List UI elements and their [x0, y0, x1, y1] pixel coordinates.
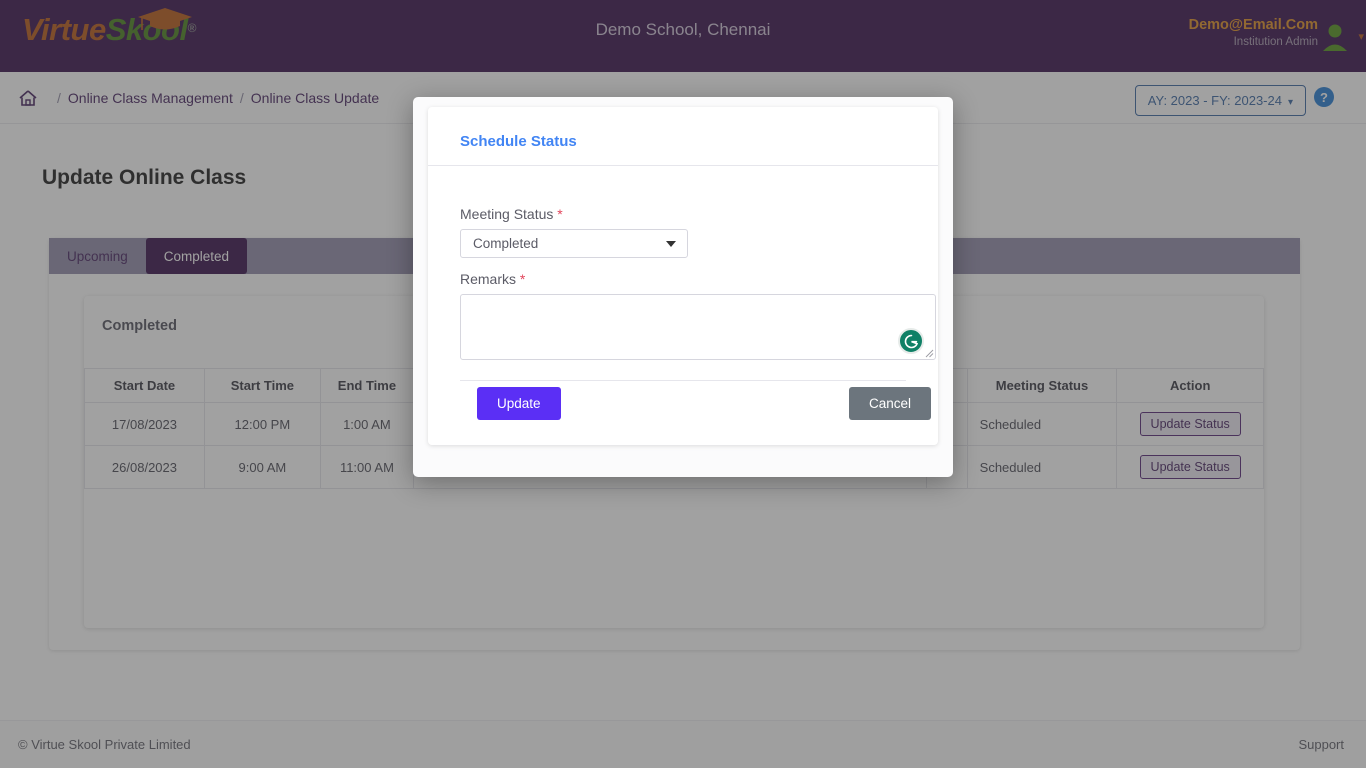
remarks-textarea-wrap — [460, 294, 936, 360]
modal-card: Schedule Status Meeting Status * Complet… — [428, 107, 938, 445]
schedule-status-modal: Schedule Status Meeting Status * Complet… — [413, 97, 953, 477]
meeting-status-label: Meeting Status * — [460, 206, 688, 222]
remarks-label-text: Remarks — [460, 271, 517, 287]
modal-divider — [460, 380, 906, 381]
update-button[interactable]: Update — [477, 387, 561, 420]
modal-title: Schedule Status — [460, 133, 577, 150]
meeting-status-field: Meeting Status * Completed — [460, 206, 688, 258]
remarks-field: Remarks * — [460, 271, 936, 360]
required-asterisk: * — [519, 271, 526, 287]
remarks-label: Remarks * — [460, 271, 936, 287]
grammarly-g-icon[interactable] — [898, 328, 924, 354]
cancel-button[interactable]: Cancel — [849, 387, 932, 420]
remarks-input[interactable] — [460, 294, 936, 360]
meeting-status-value: Completed — [473, 236, 539, 251]
required-asterisk: * — [557, 206, 563, 222]
meeting-status-label-text: Meeting Status — [460, 206, 554, 222]
caret-down-icon — [666, 241, 676, 247]
meeting-status-select[interactable]: Completed — [460, 229, 688, 258]
modal-header: Schedule Status — [428, 107, 938, 166]
